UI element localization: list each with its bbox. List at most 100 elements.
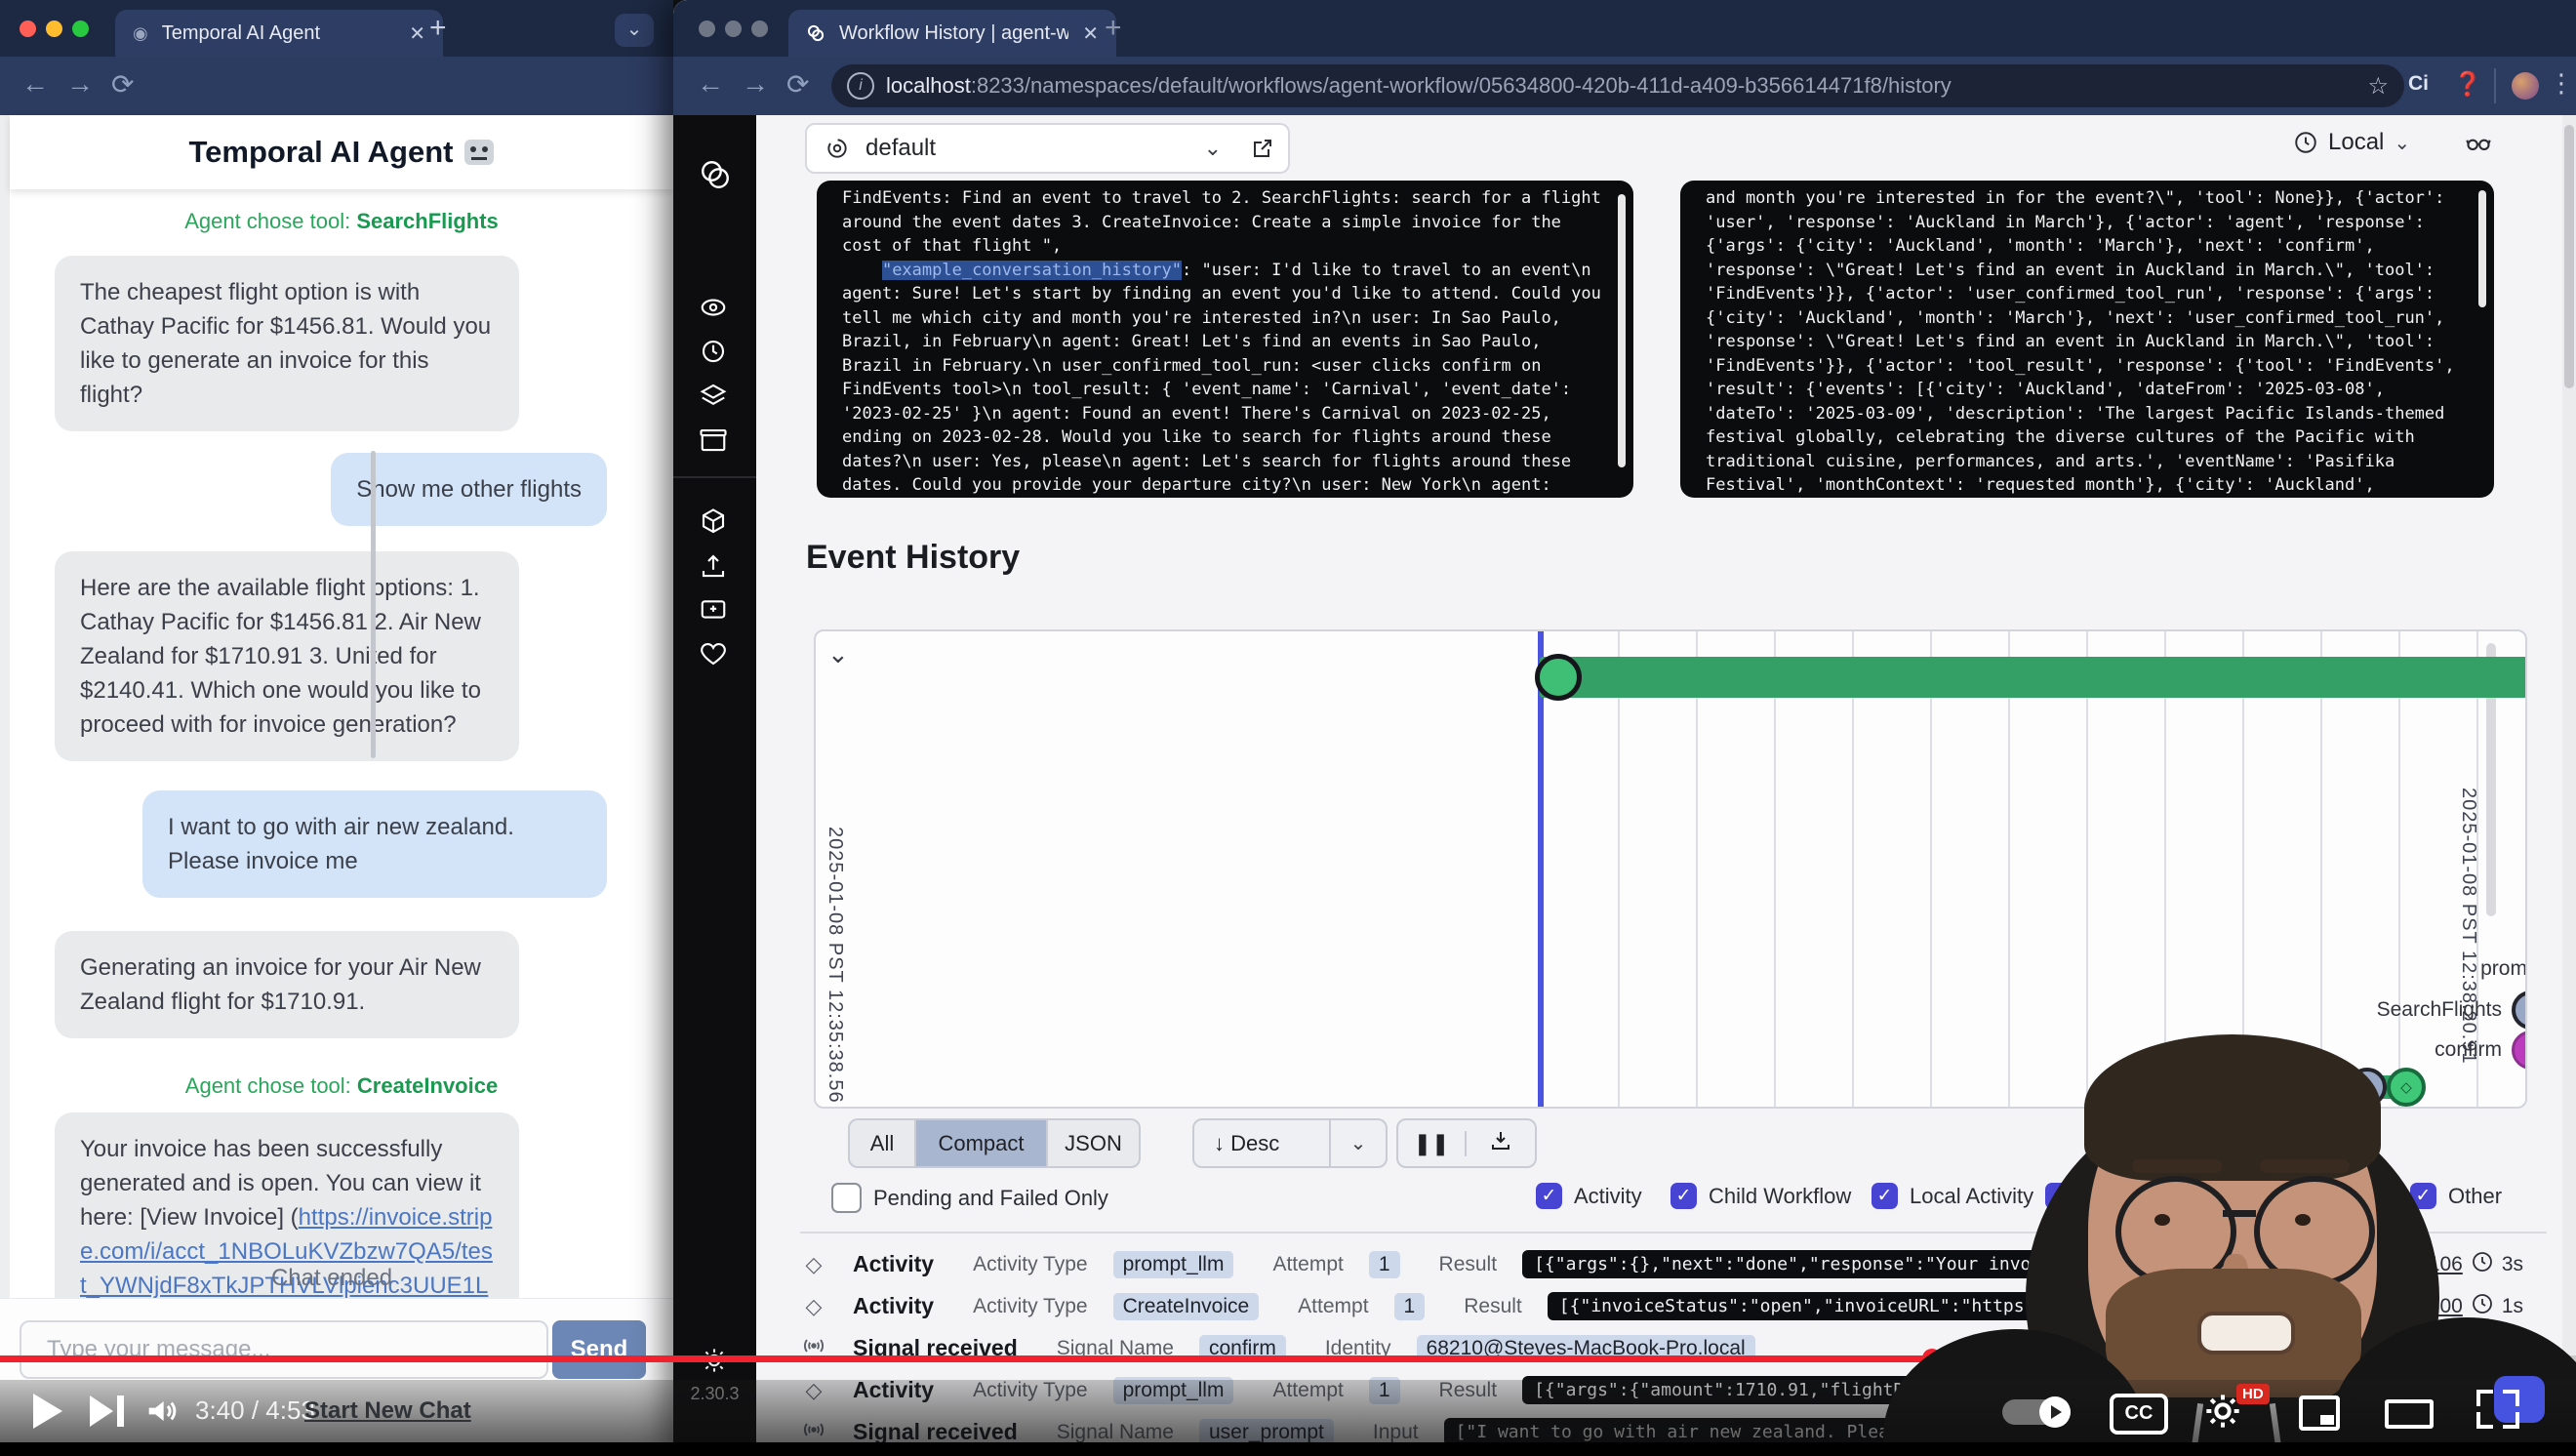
event-id-link[interactable]: 99 bbox=[2397, 1295, 2420, 1318]
start-new-chat-link[interactable]: Start New Chat bbox=[304, 1397, 471, 1425]
theater-mode-button[interactable] bbox=[2385, 1399, 2434, 1429]
checkbox-checked[interactable]: ✓ bbox=[1536, 1183, 1562, 1209]
namespaces-layers-icon[interactable] bbox=[699, 381, 728, 415]
forward-button[interactable]: → bbox=[66, 68, 94, 100]
filter-checkbox-other[interactable]: ✓Other bbox=[2410, 1183, 2502, 1209]
event-ids: 1051063s bbox=[2387, 1250, 2547, 1278]
play-button[interactable] bbox=[33, 1394, 62, 1429]
view-compact-button[interactable]: Compact bbox=[916, 1120, 1048, 1166]
close-window-button[interactable] bbox=[699, 20, 715, 37]
view-toggle-group: All Compact JSON bbox=[848, 1118, 1141, 1168]
extension-ci-icon[interactable]: Ci bbox=[2408, 72, 2429, 96]
tool-choice-label: Agent chose tool: SearchFlights bbox=[10, 209, 673, 234]
checkbox-checked[interactable]: ✓ bbox=[2410, 1183, 2436, 1209]
table-row[interactable]: Signal receivedSignal NameconfirmIdentit… bbox=[800, 1327, 2547, 1369]
workflows-eye-icon[interactable] bbox=[699, 293, 728, 327]
reload-button[interactable]: ⟳ bbox=[786, 68, 809, 101]
table-row[interactable]: ◇ActivityActivity TypeCreateInvoiceAttem… bbox=[800, 1285, 2547, 1327]
menu-kebab-icon[interactable]: ⋮ bbox=[2549, 68, 2574, 99]
labs-monitor-icon[interactable] bbox=[699, 595, 728, 629]
event-signal-circle[interactable]: ●● bbox=[2512, 1031, 2527, 1070]
pause-button[interactable]: ❚❚ bbox=[1398, 1131, 1467, 1156]
filter-checkbox-timer[interactable]: ✓Timer bbox=[2164, 1183, 2256, 1209]
filter-checkbox-local-activity[interactable]: ✓Local Activity bbox=[1872, 1183, 2033, 1209]
temporal-logo-icon[interactable] bbox=[699, 158, 732, 196]
reload-button[interactable]: ⟳ bbox=[111, 68, 134, 101]
zoom-window-button[interactable] bbox=[751, 20, 768, 37]
chat-scrollbar[interactable] bbox=[371, 451, 376, 758]
minimize-window-button[interactable] bbox=[725, 20, 742, 37]
video-progress-played bbox=[0, 1355, 1932, 1362]
view-all-button[interactable]: All bbox=[850, 1120, 916, 1166]
captions-button[interactable]: CC bbox=[2110, 1394, 2168, 1435]
event-scheduled-circle[interactable]: ◇ bbox=[2348, 1068, 2387, 1107]
namespace-selector[interactable]: default ⌄ bbox=[805, 123, 1241, 174]
table-row[interactable]: ◇ActivityActivity Typeprompt_llmAttempt1… bbox=[800, 1243, 2547, 1285]
close-tab-icon[interactable]: ✕ bbox=[409, 21, 425, 46]
timezone-value: Local bbox=[2328, 129, 2384, 156]
event-scheduled-circle[interactable]: ◇ bbox=[2512, 991, 2527, 1030]
field-chip-value: 1 bbox=[1394, 1293, 1426, 1320]
sort-chevron-icon[interactable]: ⌄ bbox=[1331, 1131, 1386, 1155]
autoplay-toggle[interactable] bbox=[2002, 1399, 2071, 1425]
import-upload-icon[interactable] bbox=[699, 551, 728, 586]
event-id-link[interactable]: 106 bbox=[2429, 1253, 2463, 1276]
collapse-timeline-chevron[interactable]: ⌄ bbox=[827, 639, 849, 669]
download-history-button[interactable] bbox=[1467, 1129, 1535, 1157]
profile-avatar[interactable] bbox=[2512, 72, 2539, 100]
close-window-button[interactable] bbox=[20, 20, 36, 37]
timeline-start-time: 2025-01-08 PST 12:35:38.56 bbox=[824, 827, 846, 1104]
deployments-cube-icon[interactable] bbox=[699, 507, 728, 542]
archive-box-icon[interactable] bbox=[699, 425, 728, 460]
send-button[interactable]: Send bbox=[552, 1320, 646, 1379]
search-tabs-button[interactable]: ⌄ bbox=[615, 14, 654, 47]
feedback-heart-ic[interactable] bbox=[699, 639, 728, 673]
workflow-input-code-block[interactable]: FindEvents: Find an event to travel to 2… bbox=[817, 181, 1633, 498]
code-scrollbar[interactable] bbox=[2478, 190, 2486, 307]
volume-icon[interactable] bbox=[142, 1392, 181, 1431]
extensions-puzzle-icon[interactable]: ❓ bbox=[2453, 70, 2482, 99]
tab-temporal-ai-agent[interactable]: ◉ Temporal AI Agent ✕ bbox=[115, 10, 443, 57]
view-json-button[interactable]: JSON bbox=[1048, 1120, 1139, 1166]
site-info-icon[interactable]: i bbox=[847, 72, 874, 100]
sort-desc-button[interactable]: ↓ Desc bbox=[1214, 1131, 1279, 1156]
video-progress-thumb[interactable] bbox=[1922, 1349, 1942, 1368]
forward-button[interactable]: → bbox=[742, 68, 769, 100]
address-bar[interactable]: i localhost:8233/namespaces/default/work… bbox=[831, 64, 2404, 107]
filter-checkbox-child-workflow[interactable]: ✓Child Workflow bbox=[1670, 1183, 1851, 1209]
workflow-result-code-block[interactable]: and month you're interested in for the e… bbox=[1680, 181, 2494, 498]
bookmark-star-icon[interactable]: ☆ bbox=[2367, 72, 2389, 101]
labs-glasses-icon[interactable] bbox=[2464, 129, 2493, 161]
code-scrollbar[interactable] bbox=[1618, 194, 1626, 467]
miniplayer-button[interactable] bbox=[2299, 1395, 2340, 1431]
event-id-link[interactable]: 105 bbox=[2387, 1253, 2421, 1276]
open-namespace-button[interactable] bbox=[1237, 123, 1290, 174]
event-completed-circle[interactable]: ◇ bbox=[2387, 1068, 2426, 1107]
checkbox-checked[interactable]: ✓ bbox=[1670, 1183, 1697, 1209]
pending-failed-only-checkbox[interactable]: Pending and Failed Only bbox=[831, 1183, 1108, 1213]
checkbox-checked[interactable]: ✓ bbox=[2045, 1183, 2072, 1209]
timezone-selector[interactable]: Local ⌄ bbox=[2293, 129, 2410, 156]
checkbox-checked[interactable]: ✓ bbox=[1872, 1183, 1898, 1209]
filter-checkbox-signal[interactable]: ✓Signal bbox=[2045, 1183, 2143, 1209]
event-id-link[interactable]: 100 bbox=[2429, 1295, 2463, 1318]
new-tab-button[interactable]: + bbox=[1105, 12, 1122, 45]
back-button[interactable]: ← bbox=[21, 68, 49, 100]
schedules-clock-icon[interactable] bbox=[699, 337, 728, 371]
zoom-window-button[interactable] bbox=[72, 20, 89, 37]
tab-workflow-history[interactable]: Workflow History | agent-wor ✕ bbox=[788, 10, 1116, 57]
workflow-start-marker[interactable] bbox=[1535, 654, 1582, 701]
page-scrollbar[interactable] bbox=[2564, 125, 2574, 388]
next-button[interactable] bbox=[90, 1395, 124, 1432]
new-tab-button[interactable]: + bbox=[429, 12, 447, 45]
event-row-name: Activity bbox=[853, 1251, 934, 1277]
theme-toggle-icon[interactable] bbox=[701, 1347, 728, 1379]
minimize-window-button[interactable] bbox=[46, 20, 62, 37]
back-button[interactable]: ← bbox=[697, 68, 724, 100]
fullscreen-button[interactable] bbox=[2476, 1390, 2519, 1429]
namespace-value: default bbox=[865, 135, 936, 162]
filter-checkbox-activity[interactable]: ✓Activity bbox=[1536, 1183, 1642, 1209]
message-input[interactable]: Type your message... bbox=[20, 1320, 548, 1379]
close-tab-icon[interactable]: ✕ bbox=[1082, 21, 1099, 46]
checkbox-checked[interactable]: ✓ bbox=[2164, 1183, 2191, 1209]
